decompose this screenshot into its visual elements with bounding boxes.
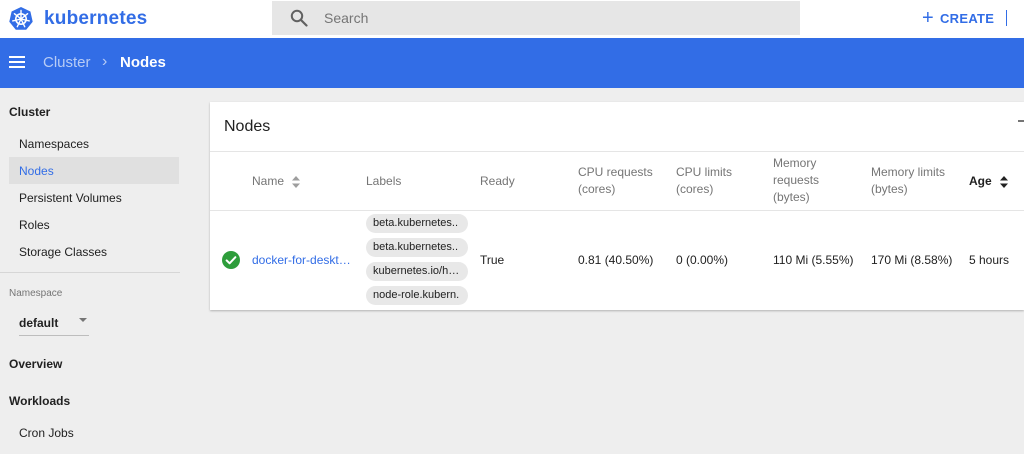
cpu-requests-value: 0.81 (40.50%) — [578, 253, 654, 267]
ready-value: True — [480, 253, 505, 267]
namespace-select[interactable]: default — [19, 310, 89, 336]
search-input[interactable] — [324, 10, 764, 26]
table-header-divider — [210, 210, 1024, 211]
label-chip: node-role.kubern. — [366, 286, 468, 305]
sidebar-heading-cluster[interactable]: Cluster — [9, 105, 50, 119]
sidebar-item-roles[interactable]: Roles — [9, 211, 179, 238]
card-title-divider — [210, 151, 1024, 152]
column-header-cpu-limits: CPU limits (cores) — [676, 165, 732, 196]
sidebar: Cluster Namespaces Nodes Persistent Volu… — [0, 88, 190, 454]
kubernetes-wheel-icon — [9, 7, 33, 30]
caret-down-icon — [79, 318, 87, 322]
column-header-name[interactable]: Name — [252, 173, 301, 190]
sidebar-item-storage-classes[interactable]: Storage Classes — [9, 238, 179, 265]
breadcrumb-separator-icon: › — [102, 53, 108, 70]
breadcrumb-bar: Cluster › Nodes — [0, 38, 1024, 88]
cpu-limits-value: 0 (0.00%) — [676, 253, 729, 267]
sidebar-item-cron-jobs[interactable]: Cron Jobs — [9, 419, 179, 446]
card-menu-icon[interactable] — [1018, 120, 1024, 122]
namespace-label: Namespace — [9, 288, 63, 299]
breadcrumb-cluster[interactable]: Cluster — [43, 54, 91, 71]
column-header-cpu-requests: CPU requests (cores) — [578, 165, 653, 196]
memory-limits-value: 170 Mi (8.58%) — [871, 253, 953, 267]
namespace-value: default — [19, 315, 59, 330]
column-header-labels: Labels — [366, 174, 402, 188]
plus-icon: + — [922, 7, 934, 29]
create-button[interactable]: + CREATE — [922, 7, 995, 29]
sidebar-item-persistent-volumes[interactable]: Persistent Volumes — [9, 184, 179, 211]
column-header-ready: Ready — [480, 174, 515, 188]
nodes-card: Nodes Name Labels Ready CPU requests (co… — [210, 102, 1024, 310]
label-chip: kubernetes.io/h… — [366, 262, 468, 281]
breadcrumb-current: Nodes — [120, 54, 166, 71]
sidebar-item-namespaces[interactable]: Namespaces — [9, 130, 179, 157]
label-chip: beta.kubernetes.. — [366, 238, 468, 257]
column-header-memory-requests: Memory requests (bytes) — [773, 156, 820, 204]
header-divider — [1006, 10, 1007, 26]
sidebar-item-nodes[interactable]: Nodes — [9, 157, 179, 184]
column-header-memory-limits: Memory limits (bytes) — [871, 165, 945, 196]
search-bar[interactable] — [272, 1, 800, 35]
age-value: 5 hours — [969, 253, 1010, 267]
create-label: CREATE — [939, 10, 995, 26]
sidebar-heading-overview[interactable]: Overview — [9, 357, 62, 371]
hamburger-menu-icon[interactable] — [9, 56, 25, 68]
check-circle-icon — [222, 251, 240, 269]
search-icon — [290, 9, 308, 27]
memory-requests-value: 110 Mi (5.55%) — [773, 253, 854, 267]
node-name-link[interactable]: docker-for-deskt… — [252, 253, 351, 267]
sort-icon — [292, 175, 301, 188]
logo[interactable]: kubernetes — [8, 4, 147, 34]
sort-icon — [1000, 175, 1009, 188]
sidebar-heading-workloads[interactable]: Workloads — [9, 394, 70, 408]
label-chip: beta.kubernetes.. — [366, 214, 468, 233]
brand-name: kubernetes — [44, 8, 148, 29]
top-bar: kubernetes + CREATE — [0, 0, 1024, 38]
card-title: Nodes — [224, 118, 271, 135]
sidebar-divider — [0, 272, 180, 273]
column-header-age[interactable]: Age — [969, 173, 1009, 190]
